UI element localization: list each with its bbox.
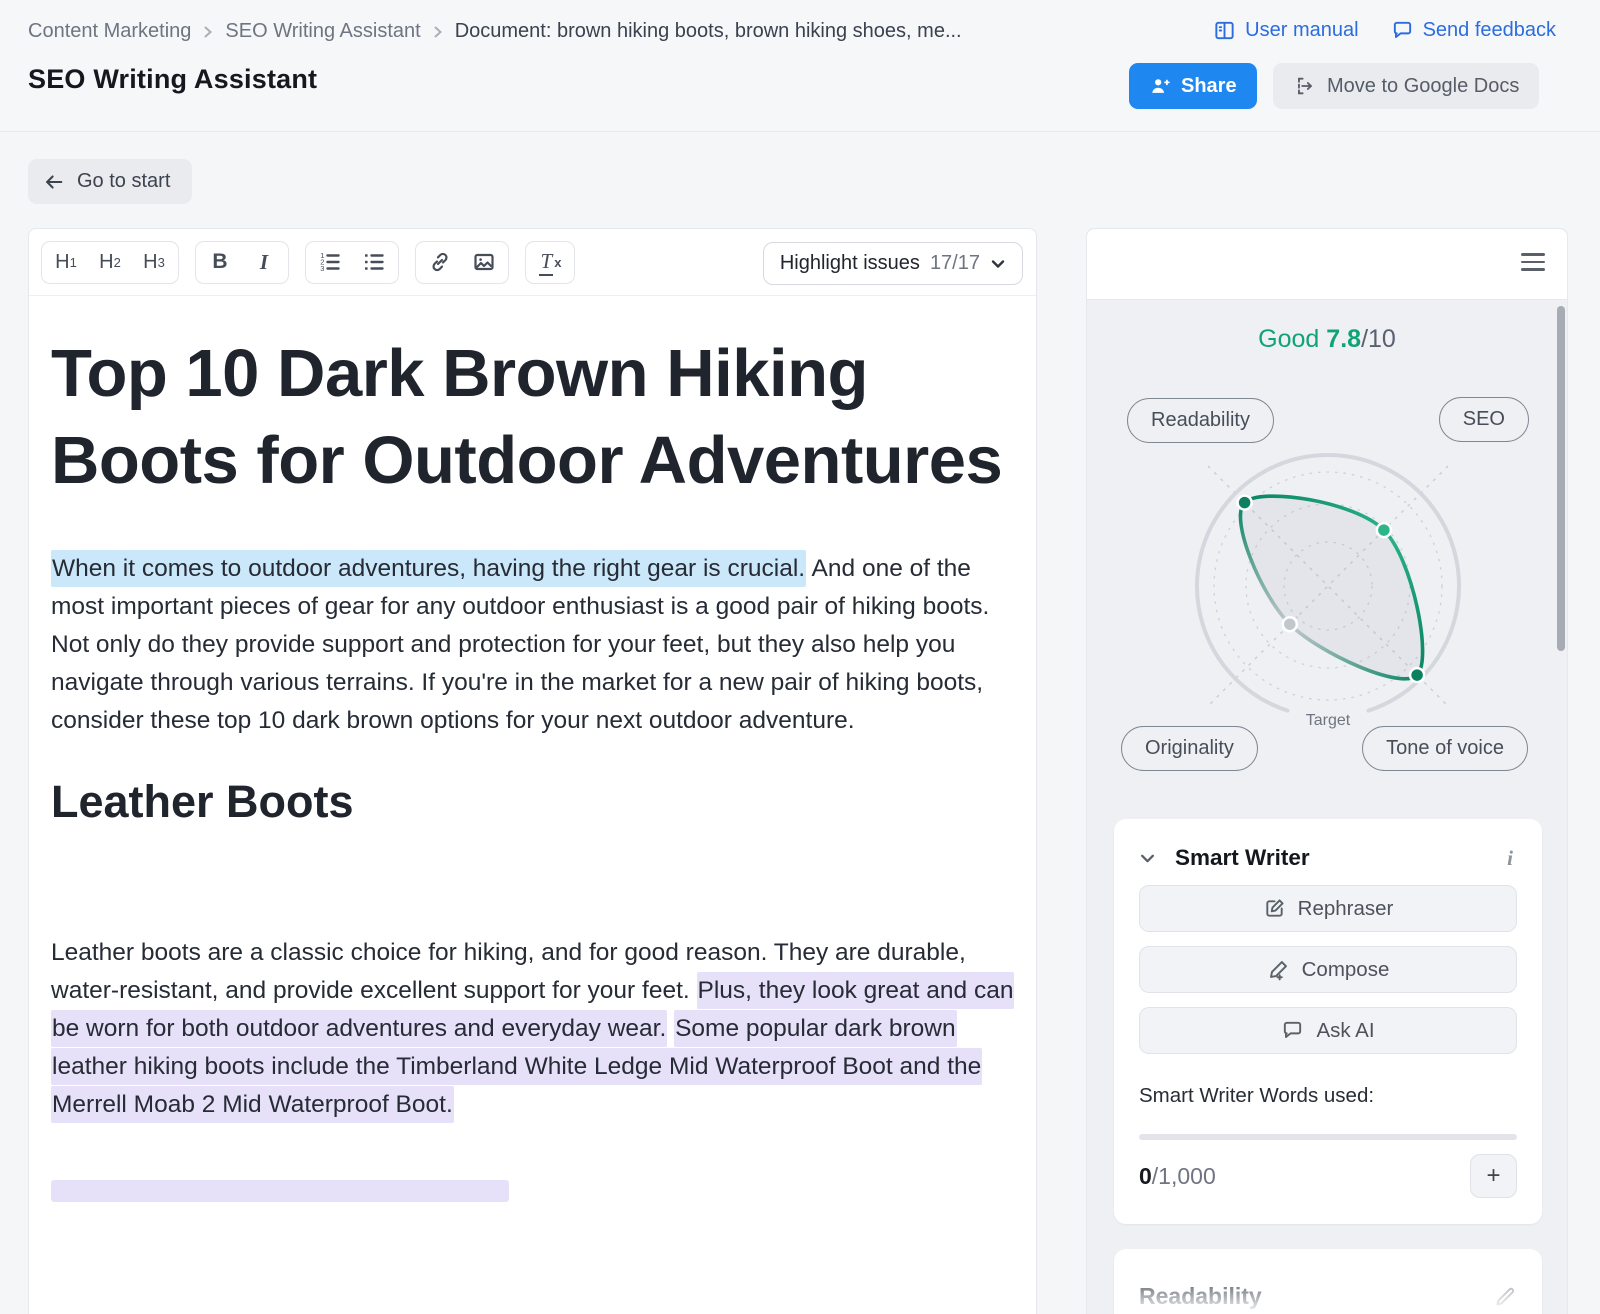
breadcrumb-document: Document: brown hiking boots, brown hiki… xyxy=(455,20,962,43)
rephraser-button[interactable]: Rephraser xyxy=(1139,885,1517,932)
italic-button[interactable]: I xyxy=(242,245,286,280)
seo-point xyxy=(1377,523,1391,537)
score-value: 7.8 xyxy=(1326,325,1361,353)
chevron-down-icon xyxy=(1139,850,1156,867)
heading2-button[interactable]: H2 xyxy=(88,245,132,280)
ordered-list-button[interactable]: 123 xyxy=(308,245,352,280)
document-editor[interactable]: Top 10 Dark Brown Hiking Boots for Outdo… xyxy=(29,296,1036,1202)
move-to-google-docs-label: Move to Google Docs xyxy=(1327,75,1519,98)
readability-point xyxy=(1238,496,1252,510)
link-button[interactable] xyxy=(418,245,462,280)
rephrase-pencil-icon xyxy=(1263,897,1286,920)
svg-text:3: 3 xyxy=(320,264,324,273)
page-title: SEO Writing Assistant xyxy=(28,64,317,95)
score-out-of: /10 xyxy=(1361,325,1396,353)
go-to-start-button[interactable]: Go to start xyxy=(28,159,192,204)
move-to-google-docs-button[interactable]: Move to Google Docs xyxy=(1273,63,1539,109)
originality-point xyxy=(1283,617,1297,631)
menu-icon[interactable] xyxy=(1521,253,1545,271)
score-side-panel: Good 7.8/10 Readability SEO Originality … xyxy=(1086,228,1568,1314)
edit-pencil-icon[interactable] xyxy=(1493,1285,1517,1309)
breadcrumb-content-marketing[interactable]: Content Marketing xyxy=(28,20,191,43)
bullet-list-button[interactable] xyxy=(352,245,396,280)
editor-toolbar: H1 H2 H3 B I 123 Tx xyxy=(29,229,1036,296)
document-title: Top 10 Dark Brown Hiking Boots for Outdo… xyxy=(51,330,1014,504)
readability-card-title: Readability xyxy=(1139,1283,1262,1310)
compose-button[interactable]: Compose xyxy=(1139,946,1517,993)
score-gauge-chart: Target xyxy=(1178,436,1478,736)
breadcrumb: Content Marketing SEO Writing Assistant … xyxy=(28,20,962,43)
add-words-button[interactable]: + xyxy=(1470,1154,1517,1198)
chat-bubble-icon xyxy=(1281,1019,1304,1042)
readability-card: Readability xyxy=(1114,1249,1542,1314)
compose-label: Compose xyxy=(1302,958,1390,982)
words-used-counter: 0 /1,000 + xyxy=(1139,1154,1517,1198)
editor-card: H1 H2 H3 B I 123 Tx xyxy=(28,228,1037,1314)
words-used-value: 0 xyxy=(1139,1163,1152,1190)
highlight-issues-label: Highlight issues xyxy=(780,252,920,275)
highlighted-sentence-blue[interactable]: When it comes to outdoor adventures, hav… xyxy=(51,550,806,587)
user-manual-label: User manual xyxy=(1245,19,1358,42)
top-header: Content Marketing SEO Writing Assistant … xyxy=(0,0,1600,132)
info-icon[interactable]: i xyxy=(1503,846,1517,871)
paragraph-2: Leather boots are a classic choice for h… xyxy=(51,934,1014,1124)
send-feedback-label: Send feedback xyxy=(1423,19,1556,42)
clipped-highlighted-line xyxy=(51,1180,509,1202)
text-style-group: B I xyxy=(195,241,289,284)
send-feedback-link[interactable]: Send feedback xyxy=(1391,19,1556,42)
chevron-right-icon xyxy=(203,24,213,40)
chevron-right-icon xyxy=(433,24,443,40)
panel-scrollbar-thumb[interactable] xyxy=(1557,306,1565,651)
list-buttons-group: 123 xyxy=(305,241,399,284)
words-used-label: Smart Writer Words used: xyxy=(1139,1084,1517,1108)
highlight-issues-dropdown[interactable]: Highlight issues 17/17 xyxy=(763,242,1023,285)
share-label: Share xyxy=(1181,75,1237,98)
highlight-issues-count: 17/17 xyxy=(930,252,980,275)
image-button[interactable] xyxy=(462,245,506,280)
arrow-left-icon xyxy=(43,171,65,193)
clear-formatting-button[interactable]: Tx xyxy=(528,245,572,280)
heading-buttons-group: H1 H2 H3 xyxy=(41,241,179,284)
tone-of-voice-point xyxy=(1410,668,1424,682)
paragraph-1: When it comes to outdoor adventures, hav… xyxy=(51,550,1014,740)
ask-ai-button[interactable]: Ask AI xyxy=(1139,1007,1517,1054)
magic-pen-icon xyxy=(1267,958,1290,981)
words-limit-value: /1,000 xyxy=(1152,1163,1216,1190)
score-rating: Good xyxy=(1258,325,1319,353)
smart-writer-title: Smart Writer xyxy=(1175,845,1310,871)
panel-header xyxy=(1087,229,1567,300)
smart-writer-card: Smart Writer i Rephraser Compose Ask AI … xyxy=(1114,819,1542,1224)
section-heading: Leather Boots xyxy=(51,776,1014,828)
words-used-progress-bar xyxy=(1139,1134,1517,1140)
export-doc-icon xyxy=(1293,75,1315,97)
ask-ai-label: Ask AI xyxy=(1316,1019,1374,1043)
target-label: Target xyxy=(1306,712,1351,729)
overall-score: Good 7.8/10 xyxy=(1087,325,1567,354)
go-to-start-label: Go to start xyxy=(77,170,170,193)
smart-writer-header[interactable]: Smart Writer i xyxy=(1139,845,1517,871)
book-icon xyxy=(1213,19,1236,42)
heading3-button[interactable]: H3 xyxy=(132,245,176,280)
share-button[interactable]: Share xyxy=(1129,63,1257,109)
chevron-down-icon xyxy=(990,256,1006,272)
rephraser-label: Rephraser xyxy=(1298,897,1394,921)
user-manual-link[interactable]: User manual xyxy=(1213,19,1358,42)
chat-icon xyxy=(1391,19,1414,42)
person-add-icon xyxy=(1149,75,1171,97)
clear-format-group: Tx xyxy=(525,241,575,284)
bold-button[interactable]: B xyxy=(198,245,242,280)
header-links: User manual Send feedback xyxy=(1213,19,1556,42)
breadcrumb-seo-writing-assistant[interactable]: SEO Writing Assistant xyxy=(225,20,420,43)
insert-buttons-group xyxy=(415,241,509,284)
heading1-button[interactable]: H1 xyxy=(44,245,88,280)
